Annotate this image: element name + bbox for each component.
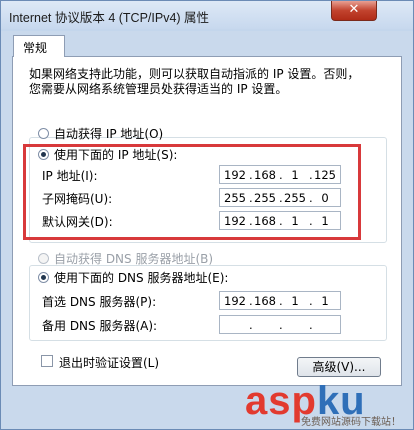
dns-manual-label: 使用下面的 DNS 服务器地址(E): bbox=[54, 271, 229, 285]
highlight-annotation-box bbox=[23, 144, 361, 240]
description-line-2: 您需要从网络系统管理员处获得适当的 IP 设置。 bbox=[29, 82, 288, 96]
ip-auto-label: 自动获得 IP 地址(O) bbox=[54, 127, 164, 141]
description: 如果网络支持此功能，则可以获取自动指派的 IP 设置。否则， 您需要从网络系统管… bbox=[29, 67, 389, 97]
dialog-window: Internet 协议版本 4 (TCP/IPv4) 属性 ✕ 常规 如果网络支… bbox=[0, 0, 414, 430]
preferred-dns-field[interactable]: 192 . 168 . 1 . 1 bbox=[219, 291, 341, 310]
advanced-button[interactable]: 高级(V)... bbox=[297, 357, 381, 377]
pdns-octet-4: 1 bbox=[321, 294, 329, 308]
close-button[interactable]: ✕ bbox=[331, 1, 377, 21]
preferred-dns-label: 首选 DNS 服务器(P): bbox=[42, 295, 157, 309]
title-bar: Internet 协议版本 4 (TCP/IPv4) 属性 ✕ bbox=[1, 1, 413, 29]
dns-auto-radio[interactable] bbox=[38, 253, 49, 264]
pdns-octet-3: 1 bbox=[291, 294, 299, 308]
window-title: Internet 协议版本 4 (TCP/IPv4) 属性 bbox=[9, 11, 210, 25]
pdns-octet-2: 168 bbox=[254, 294, 276, 308]
alternate-dns-label: 备用 DNS 服务器(A): bbox=[42, 319, 158, 333]
dns-auto-label: 自动获得 DNS 服务器地址(B) bbox=[54, 252, 214, 266]
ip-auto-radio[interactable] bbox=[38, 128, 49, 139]
tab-general[interactable]: 常规 bbox=[13, 35, 65, 57]
pdns-octet-1: 192 bbox=[224, 294, 246, 308]
validate-on-exit-label: 退出时验证设置(L) bbox=[59, 356, 160, 370]
dns-manual-radio[interactable] bbox=[38, 272, 49, 283]
validate-on-exit-checkbox[interactable] bbox=[41, 355, 53, 367]
description-line-1: 如果网络支持此功能，则可以获取自动指派的 IP 设置。否则， bbox=[29, 67, 360, 81]
alternate-dns-field[interactable]: . . . bbox=[219, 315, 341, 334]
watermark-subtitle: 免费网站源码下载站！ bbox=[301, 417, 401, 428]
